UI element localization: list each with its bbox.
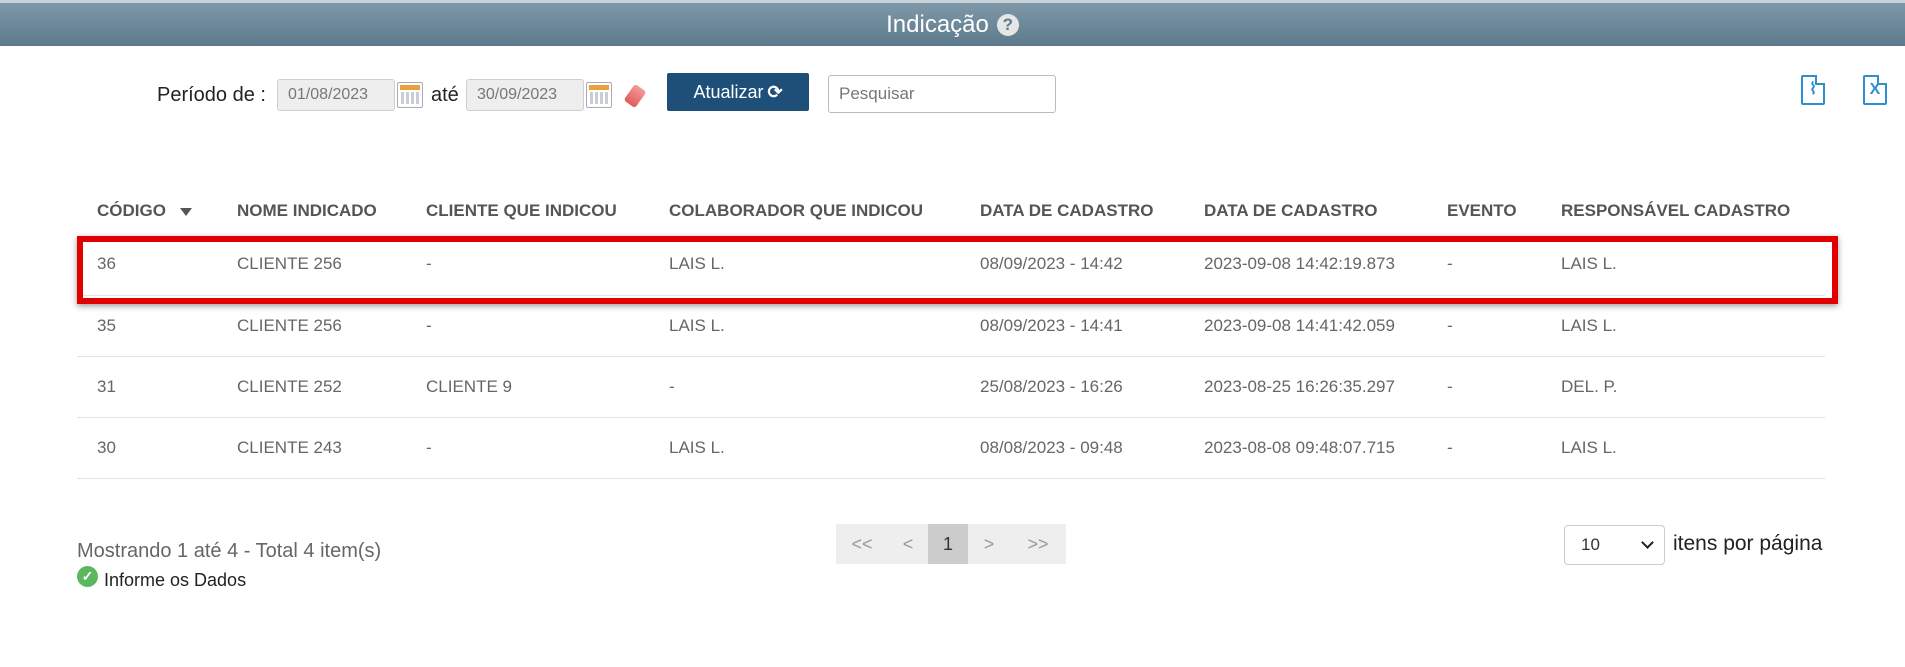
until-label: até — [431, 84, 459, 106]
period-label: Período de : — [157, 84, 266, 106]
table-cell: 36 — [77, 234, 217, 296]
prev-page-button[interactable]: < — [888, 524, 928, 564]
table-cell: - — [406, 295, 649, 357]
table-cell: CLIENTE 243 — [217, 417, 406, 479]
table-cell: - — [1427, 295, 1541, 357]
table-cell: DEL. P. — [1541, 356, 1825, 418]
refresh-icon: ⟳ — [767, 81, 783, 102]
table-cell: LAIS L. — [649, 417, 960, 479]
next-page-button[interactable]: > — [968, 524, 1010, 564]
page-title: Indicação — [886, 10, 989, 38]
table-cell: LAIS L. — [1541, 417, 1825, 479]
column-header[interactable]: NOME INDICADO — [217, 188, 406, 234]
table-cell: - — [1427, 356, 1541, 418]
column-header[interactable]: EVENTO — [1427, 188, 1541, 234]
first-page-button[interactable]: << — [836, 524, 888, 564]
table-cell: CLIENTE 256 — [217, 234, 406, 296]
column-header[interactable]: CLIENTE QUE INDICOU — [406, 188, 649, 234]
check-circle-icon: ✓ — [77, 566, 98, 587]
date-to-input[interactable]: 30/09/2023 — [466, 79, 584, 111]
calendar-icon[interactable] — [397, 82, 423, 108]
table-cell: 2023-08-25 16:26:35.297 — [1184, 356, 1427, 418]
items-per-page-label: itens por página — [1673, 532, 1823, 555]
excel-file-icon[interactable]: X — [1863, 75, 1887, 105]
table-cell: LAIS L. — [1541, 295, 1825, 357]
page-1-button[interactable]: 1 — [928, 524, 968, 564]
referrals-table: CÓDIGO NOME INDICADO CLIENTE QUE INDICOU… — [77, 188, 1825, 479]
last-page-button[interactable]: >> — [1010, 524, 1066, 564]
eraser-icon[interactable] — [623, 83, 647, 109]
table-row[interactable]: 31 CLIENTE 252 CLIENTE 9 - 25/08/2023 - … — [77, 356, 1825, 418]
table-cell: - — [406, 234, 649, 296]
column-header[interactable]: DATA DE CADASTRO — [960, 188, 1184, 234]
table-header-row: CÓDIGO NOME INDICADO CLIENTE QUE INDICOU… — [77, 188, 1825, 234]
items-per-page-select[interactable]: 10 — [1564, 525, 1665, 565]
pagination: << < 1 > >> — [836, 524, 1066, 564]
column-header-code[interactable]: CÓDIGO — [77, 188, 217, 234]
table-cell: 25/08/2023 - 16:26 — [960, 356, 1184, 418]
table-cell: 2023-08-08 09:48:07.715 — [1184, 417, 1427, 479]
table-cell: 35 — [77, 295, 217, 357]
calendar-icon[interactable] — [586, 82, 612, 108]
update-button[interactable]: Atualizar ⟳ — [667, 73, 809, 111]
filter-bar: Período de : 01/08/2023 até 30/09/2023 A… — [0, 73, 1905, 114]
chevron-down-icon — [1641, 536, 1654, 549]
table-row[interactable]: 35 CLIENTE 256 - LAIS L. 08/09/2023 - 14… — [77, 295, 1825, 357]
info-message: ✓ Informe os Dados — [77, 566, 247, 591]
column-header[interactable]: RESPONSÁVEL CADASTRO — [1541, 188, 1825, 234]
table-cell: CLIENTE 256 — [217, 295, 406, 357]
table-cell: 08/08/2023 - 09:48 — [960, 417, 1184, 479]
info-message-text: Informe os Dados — [104, 570, 247, 590]
table-cell: CLIENTE 9 — [406, 356, 649, 418]
items-per-page-value: 10 — [1581, 535, 1600, 554]
table-row[interactable]: 30 CLIENTE 243 - LAIS L. 08/08/2023 - 09… — [77, 417, 1825, 479]
sort-desc-icon[interactable] — [179, 207, 192, 216]
search-input[interactable] — [828, 75, 1056, 113]
table-cell: 08/09/2023 - 14:41 — [960, 295, 1184, 357]
results-summary: Mostrando 1 até 4 - Total 4 item(s) — [77, 540, 382, 562]
table-cell: CLIENTE 252 — [217, 356, 406, 418]
table-cell: 08/09/2023 - 14:42 — [960, 234, 1184, 296]
pdf-file-icon[interactable]: ⌇ — [1801, 75, 1825, 105]
table-cell: LAIS L. — [649, 234, 960, 296]
table-cell: - — [649, 356, 960, 418]
table-cell: 30 — [77, 417, 217, 479]
table-cell: 2023-09-08 14:42:19.873 — [1184, 234, 1427, 296]
table-cell: - — [1427, 234, 1541, 296]
table-cell: LAIS L. — [1541, 234, 1825, 296]
column-header[interactable]: COLABORADOR QUE INDICOU — [649, 188, 960, 234]
table-cell: LAIS L. — [649, 295, 960, 357]
update-button-label: Atualizar — [693, 81, 764, 102]
date-from-input[interactable]: 01/08/2023 — [277, 79, 395, 111]
page-header: Indicação ? — [0, 0, 1905, 46]
table-cell: 31 — [77, 356, 217, 418]
table-cell: - — [1427, 417, 1541, 479]
question-circle-icon[interactable]: ? — [996, 13, 1019, 36]
table-cell: - — [406, 417, 649, 479]
table-cell: 2023-09-08 14:41:42.059 — [1184, 295, 1427, 357]
column-header[interactable]: DATA DE CADASTRO — [1184, 188, 1427, 234]
table-row[interactable]: 36 CLIENTE 256 - LAIS L. 08/09/2023 - 14… — [77, 234, 1825, 296]
